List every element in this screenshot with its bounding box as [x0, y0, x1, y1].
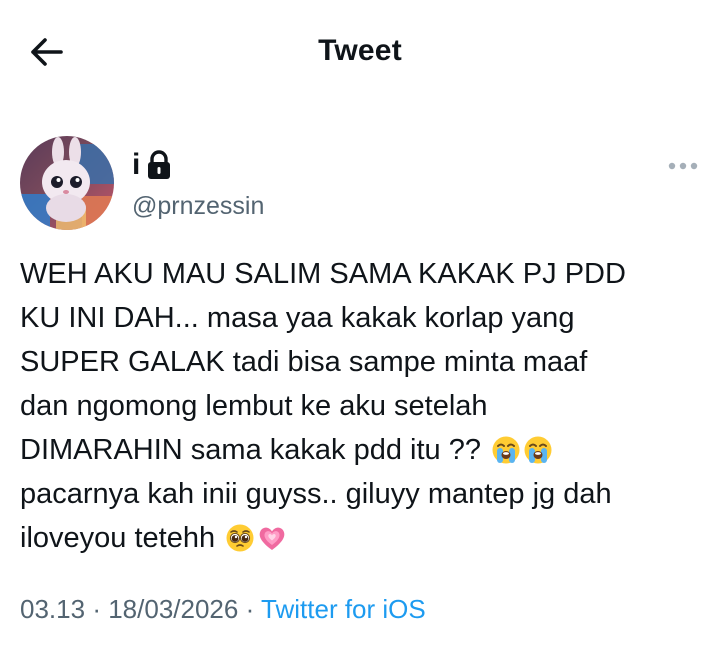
avatar-image: [20, 136, 114, 230]
tweet-line: WEH AKU MAU SALIM SAMA KAKAK PJ PDD: [20, 258, 626, 290]
more-horizontal-icon: [668, 162, 698, 170]
pleading-face-icon: [226, 524, 254, 552]
display-name-row: i: [132, 148, 172, 182]
tweet-author: i @prnzessin: [20, 136, 700, 232]
avatar[interactable]: [20, 136, 114, 230]
tweet-line: KU INI DAH... masa yaa kakak korlap yang: [20, 302, 575, 334]
tweet-time: 03.13: [20, 594, 86, 624]
tweet-source-link[interactable]: Twitter for iOS: [261, 594, 426, 624]
loudly-crying-face-icon: [524, 436, 552, 464]
tweet-date: 18/03/2026: [108, 594, 239, 624]
loudly-crying-face-icon: [492, 436, 520, 464]
meta-separator: ·: [92, 594, 101, 624]
meta-separator: ·: [245, 594, 255, 624]
page-title: Tweet: [318, 34, 402, 67]
tweet-text: WEH AKU MAU SALIM SAMA KAKAK PJ PDD KU I…: [20, 252, 710, 560]
top-bar: Tweet: [0, 0, 720, 105]
lock-icon: [148, 150, 171, 179]
tweet-line: dan ngomong lembut ke aku setelah: [20, 390, 488, 422]
tweet-line: DIMARAHIN sama kakak pdd itu ??: [20, 428, 710, 472]
tweet-line: pacarnya kah inii guyss.. giluyy mantep …: [20, 478, 612, 510]
author-handle[interactable]: @prnzessin: [132, 192, 264, 221]
tweet-line: SUPER GALAK tadi bisa sampe minta maaf: [20, 346, 588, 378]
display-name[interactable]: i: [132, 148, 140, 182]
more-options-button[interactable]: [666, 154, 700, 178]
growing-heart-icon: [259, 527, 285, 550]
tweet-meta: 03.13 · 18/03/2026 · Twitter for iOS: [20, 594, 426, 625]
tweet-line: iloveyou tetehh: [20, 516, 710, 560]
